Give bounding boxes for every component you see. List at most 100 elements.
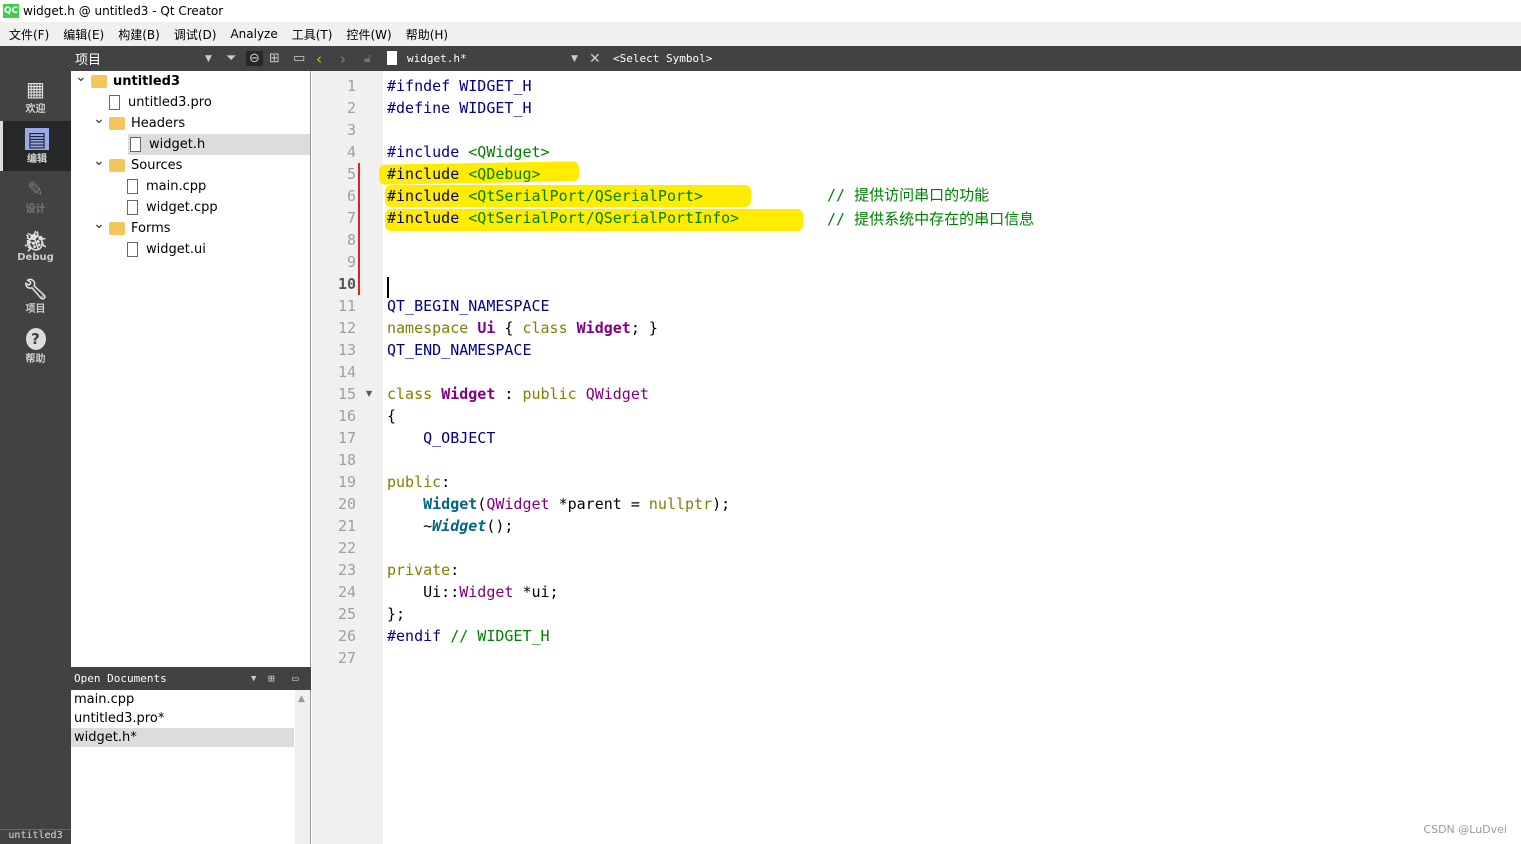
tree-item[interactable]: ⌄ Forms [71, 216, 310, 239]
code-token: // WIDGET_H [450, 627, 550, 645]
mode-bug[interactable]: 🐞︎ Debug [0, 221, 71, 271]
tree-item[interactable]: widget.cpp [71, 197, 310, 218]
code-line: QT_END_NAMESPACE [387, 339, 532, 361]
open-document-item[interactable]: main.cpp [71, 690, 294, 709]
back-arrow-icon[interactable]: ‹ [316, 50, 322, 68]
chevron-down-icon[interactable]: ⌄ [75, 69, 87, 85]
mode-help[interactable]: ? 帮助 [0, 321, 71, 371]
project-tree: ⌄ untitled3 untitled3.pro ⌄ Headers widget.h ⌄… [71, 69, 311, 666]
mode-edit-doc[interactable]: ▤ 编辑 [0, 121, 71, 171]
tree-item[interactable]: ⌄ Headers [71, 111, 310, 134]
code-token: { [387, 407, 397, 425]
filter-icon[interactable]: ⏷ [226, 51, 236, 66]
chevron-down-icon[interactable]: ⌄ [93, 111, 105, 127]
code-line: Ui::Widget *ui; [387, 581, 558, 603]
code-editor[interactable]: // 提供访问串口的功能 // 提供系统中存在的串口信息 #ifndef WID… [378, 71, 1521, 844]
file-icon [109, 95, 120, 110]
link-icon[interactable]: ⊖ [246, 51, 263, 66]
mode-grid[interactable]: ▦ 欢迎 [0, 71, 71, 121]
split-icon[interactable]: ⊞ [268, 672, 275, 685]
chevron-down-icon[interactable]: ⌄ [93, 216, 105, 232]
chevron-down-icon[interactable]: ▼ [205, 54, 212, 64]
line-number: 20 [337, 495, 356, 513]
menu-item[interactable]: 控件(W) [339, 26, 398, 43]
code-token: Ui [477, 319, 496, 337]
line-number: 27 [337, 649, 356, 667]
open-file-selector[interactable]: widget.h* [407, 52, 467, 65]
code-line: Widget(QWidget *parent = nullptr); [387, 493, 730, 515]
pencil-icon: ✎ [27, 176, 44, 201]
tree-item-label: main.cpp [146, 179, 207, 194]
open-document-item[interactable]: untitled3.pro* [71, 709, 294, 728]
open-documents-title[interactable]: Open Documents [74, 672, 167, 685]
tree-item[interactable]: widget.h [128, 134, 310, 155]
line-number: 15 [337, 385, 356, 403]
line-number: 2 [346, 99, 356, 117]
menu-item[interactable]: 文件(F) [2, 26, 56, 43]
mode-label: 编辑 [27, 153, 47, 165]
code-token: QWidget [486, 495, 550, 513]
scroll-up-icon[interactable]: ▲ [295, 694, 305, 704]
code-token: class [387, 385, 442, 403]
line-number: 9 [346, 253, 356, 271]
code-token: Widget [432, 517, 487, 535]
code-comment: // 提供访问串口的功能 [827, 186, 990, 204]
code-token: <QtSerialPort/QSerialPort> [468, 187, 704, 205]
project-view-selector[interactable]: 项目 [75, 49, 101, 68]
line-number: 12 [337, 319, 356, 337]
help-icon: ? [25, 327, 46, 350]
tree-item[interactable]: main.cpp [71, 176, 310, 197]
tree-item-label: Forms [131, 221, 171, 236]
split-icon[interactable]: ⊞ [269, 51, 280, 66]
mode-label: 项目 [25, 303, 46, 315]
tree-item-label: untitled3.pro [128, 95, 212, 110]
file-icon [127, 179, 138, 194]
chevron-down-icon[interactable]: ▼ [251, 674, 256, 684]
chevron-down-icon[interactable]: ⌄ [93, 153, 105, 169]
folder-icon [109, 222, 125, 235]
chevron-down-icon[interactable]: ▼ [571, 54, 578, 64]
code-line: #include <QtSerialPort/QSerialPort> [387, 185, 703, 207]
lock-icon: 🔓︎ [364, 51, 372, 65]
code-token: }; [387, 605, 406, 623]
file-icon [130, 137, 141, 152]
close-pane-icon[interactable]: ▭ [293, 51, 305, 66]
mode-wrench[interactable]: 🔧︎ 项目 [0, 271, 71, 321]
code-line: namespace Ui { class Widget; } [387, 317, 658, 339]
code-token: private [387, 561, 451, 579]
tree-item-label: Headers [131, 116, 186, 131]
menu-item[interactable]: Analyze [223, 27, 284, 41]
symbol-selector[interactable]: <Select Symbol> [613, 52, 712, 65]
code-line: #include <QWidget> [387, 141, 550, 163]
tree-item[interactable]: ⌄ Sources [71, 153, 310, 176]
code-token: ); [712, 495, 731, 513]
menu-item[interactable]: 调试(D) [167, 26, 224, 43]
open-document-item[interactable]: widget.h* [71, 728, 294, 747]
tree-item[interactable]: untitled3.pro [71, 92, 310, 113]
line-number: 6 [346, 187, 356, 205]
menu-item[interactable]: 编辑(E) [56, 26, 111, 43]
window-title: widget.h @ untitled3 - Qt Creator [23, 4, 224, 18]
menu-item[interactable]: 工具(T) [285, 26, 340, 43]
code-line: { [387, 405, 396, 427]
menu-item[interactable]: 构建(B) [111, 26, 167, 43]
forward-arrow-icon[interactable]: › [340, 50, 346, 68]
close-document-icon[interactable]: ✕ [589, 51, 601, 67]
code-line: Q_OBJECT [387, 427, 495, 449]
tree-item[interactable]: ⌄ untitled3 [71, 69, 310, 92]
tree-item[interactable]: widget.ui [71, 239, 310, 260]
line-number-gutter: ▼ 1 2 3 4 5 6 7 8 9 10 11 12 13 14 15 16 17 18 19 20 21 22 23 2… [312, 71, 383, 844]
scrollbar[interactable]: ▲ [295, 690, 310, 844]
mode-pencil[interactable]: ✎ 设计 [0, 171, 71, 221]
line-number: 26 [337, 627, 356, 645]
file-icon [387, 51, 397, 65]
code-token: (); [486, 517, 514, 535]
tree-item-label: Sources [131, 158, 183, 173]
open-documents-header: Open Documents ▼ ⊞ ▭ [71, 667, 311, 690]
fold-arrow-icon[interactable]: ▼ [366, 389, 372, 398]
menu-item[interactable]: 帮助(H) [399, 26, 455, 43]
folder-icon [91, 75, 107, 88]
project-status[interactable]: untitled3 [0, 829, 71, 844]
close-pane-icon[interactable]: ▭ [292, 672, 299, 685]
edit-doc-icon: ▤ [24, 127, 50, 150]
